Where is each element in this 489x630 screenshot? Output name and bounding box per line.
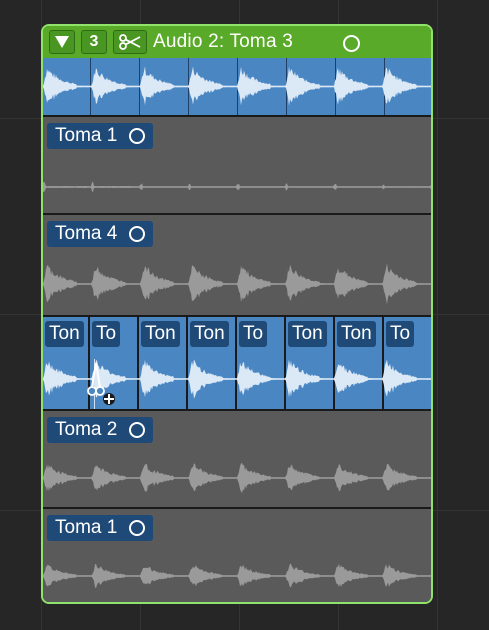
- take-waveform: [43, 263, 431, 305]
- take-count-badge[interactable]: 3: [81, 30, 107, 54]
- take-lane[interactable]: Toma 1: [43, 115, 431, 213]
- take-waveform: [43, 181, 431, 193]
- comp-waveform: [43, 66, 431, 106]
- scissors-cursor-icon: [87, 362, 115, 405]
- take-waveform: [43, 563, 431, 589]
- circle-icon: [129, 422, 146, 438]
- take-label[interactable]: Toma 2: [47, 417, 154, 443]
- take-folder-disclosure-button[interactable]: [49, 30, 75, 54]
- comp-section-label: Ton: [45, 321, 84, 347]
- take-lane-selected[interactable]: Ton To Ton Ton To Ton Ton To: [43, 315, 431, 409]
- comp-section-label: Ton: [141, 321, 180, 347]
- circle-icon: [129, 520, 146, 536]
- comp-section-label: Ton: [288, 321, 327, 347]
- scissors-icon: [119, 34, 141, 50]
- take-name: Toma 1: [55, 125, 118, 146]
- take-lane[interactable]: Toma 4: [43, 213, 431, 317]
- comp-section-label: To: [386, 321, 415, 347]
- comp-section-label: To: [239, 321, 268, 347]
- take-name: Toma 4: [55, 223, 118, 244]
- take-label[interactable]: Toma 4: [47, 221, 154, 247]
- take-name: Toma 2: [55, 419, 118, 440]
- comp-section-label: Ton: [337, 321, 376, 347]
- take-lane[interactable]: Toma 1: [43, 507, 431, 602]
- comp-section-label: Ton: [190, 321, 229, 347]
- take-folder[interactable]: 3 Audio 2: Toma 3 Toma 1 Toma 4 Ton To T…: [41, 24, 433, 604]
- quick-swipe-comping-button[interactable]: [113, 30, 147, 54]
- take-lane[interactable]: Toma 2: [43, 409, 431, 507]
- take-label[interactable]: Toma 1: [47, 515, 154, 541]
- take-folder-header[interactable]: 3 Audio 2: Toma 3: [43, 26, 431, 58]
- triangle-down-icon: [55, 36, 69, 48]
- circle-icon: [129, 128, 146, 144]
- comp-waveform-row[interactable]: [43, 58, 431, 115]
- take-name: Toma 1: [55, 517, 118, 538]
- take-waveform: [43, 463, 431, 493]
- circle-icon[interactable]: [343, 35, 360, 52]
- comp-section-label: To: [92, 321, 121, 347]
- circle-icon: [129, 226, 146, 242]
- grid-line: [437, 0, 438, 630]
- take-label[interactable]: Toma 1: [47, 123, 154, 149]
- take-folder-title: Audio 2: Toma 3: [153, 31, 293, 52]
